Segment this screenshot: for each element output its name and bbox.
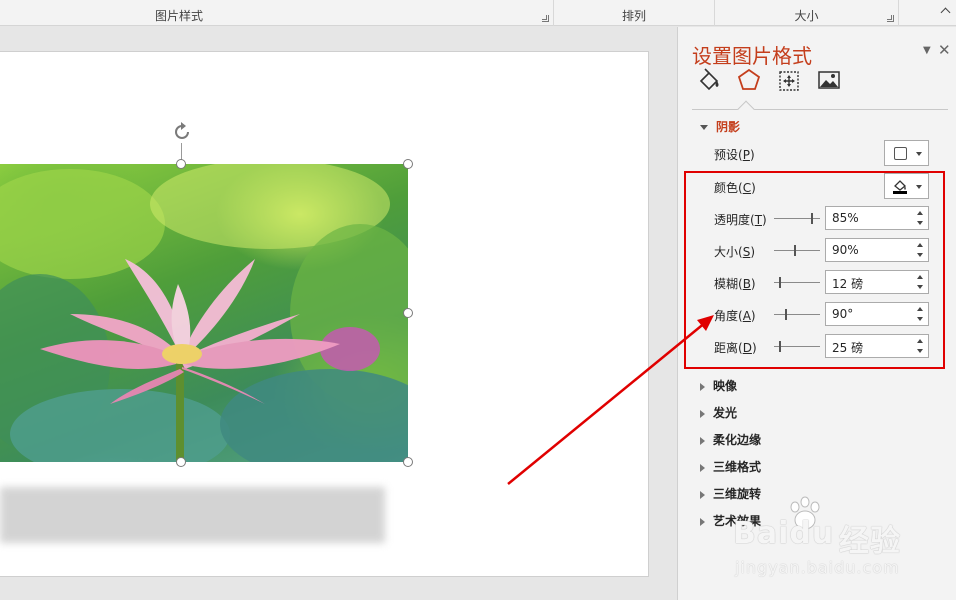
watermark-url: jingyan.baidu.com (735, 558, 900, 577)
watermark-brand-cn: 经验 (839, 524, 901, 559)
watermark-brand: Baidu (733, 516, 835, 551)
